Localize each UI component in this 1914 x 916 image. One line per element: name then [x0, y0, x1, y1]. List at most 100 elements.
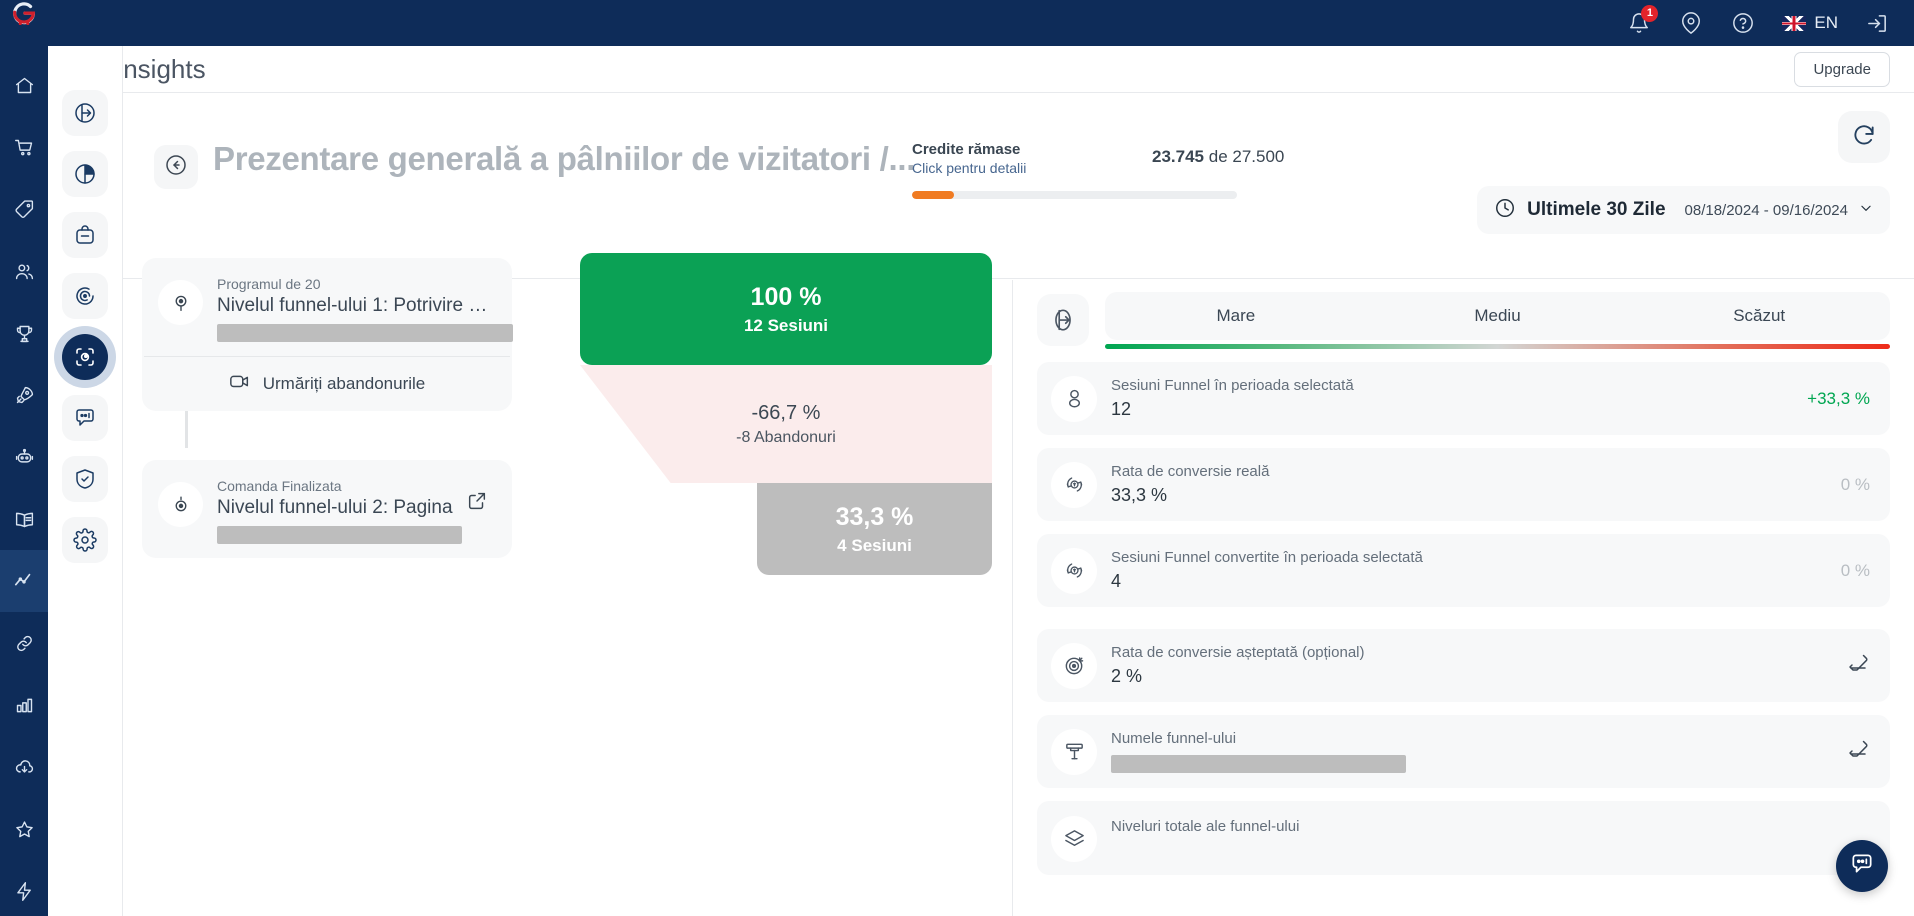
metric-body: Rata de conversie așteptată (opțional) 2…	[1111, 644, 1832, 687]
funnel-stage-2-sessions: 4 Sesiuni	[837, 535, 912, 555]
credits-progress-bar	[912, 191, 1237, 199]
chat-bubble-icon[interactable]	[62, 395, 108, 441]
sidebar-item-favorites[interactable]	[0, 798, 48, 860]
sidebar-item-reports[interactable]	[0, 674, 48, 736]
funnel-drop-off: -66,7 % -8 Abandonuri	[580, 365, 992, 483]
tab-mediu[interactable]: Mediu	[1367, 306, 1629, 326]
metric-body: Niveluri totale ale funnel-ului	[1111, 814, 1870, 835]
bell-icon[interactable]: 1	[1626, 5, 1659, 36]
sidebar-item-links[interactable]	[0, 612, 48, 674]
exit-intent-icon[interactable]	[1037, 294, 1089, 346]
g-cart-logo[interactable]	[0, 0, 48, 30]
upgrade-button[interactable]: Upgrade	[1794, 51, 1890, 87]
arrow-left-circle-icon	[164, 153, 188, 182]
metric-label: Rata de conversie reală	[1111, 463, 1270, 480]
video-camera-icon	[229, 372, 251, 395]
funnel-step-body-1: Programul de 20 Nivelul funnel-ului 1: P…	[217, 274, 513, 342]
page-header: Insights Upgrade	[48, 46, 1914, 93]
chat-fab-button[interactable]	[1836, 840, 1888, 892]
primary-sidebar	[0, 0, 48, 916]
funnel-step-card-2[interactable]: Comanda Finalizata Nivelul funnel-ului 2…	[142, 460, 512, 558]
gear-icon[interactable]	[62, 517, 108, 563]
pie-chart-icon[interactable]	[62, 151, 108, 197]
sidebar-item-users[interactable]	[0, 240, 48, 302]
metric-row-real-conversion-rate[interactable]: Rata de conversie reală 33,3 % 0 %	[1037, 448, 1890, 521]
language-selector[interactable]: EN	[1782, 13, 1838, 33]
funnel-steps-column: Programul de 20 Nivelul funnel-ului 1: P…	[123, 253, 1013, 916]
eraser-icon[interactable]	[1846, 651, 1870, 680]
funnel-step-redacted-value-1	[217, 324, 513, 342]
credits-total: 27.500	[1232, 147, 1285, 166]
conversion-rate-icon	[1051, 547, 1097, 594]
funnel-step-name-1: Nivelul funnel-ului 1: Potrivire exactă …	[217, 295, 496, 316]
logout-icon[interactable]	[1864, 10, 1890, 36]
module-sidebar	[48, 46, 123, 916]
radar-icon[interactable]	[62, 273, 108, 319]
funnel-stage-1-percent: 100 %	[750, 282, 822, 311]
metric-value: 12	[1111, 399, 1132, 419]
funnel-stage-1[interactable]: 100 % 12 Sesiuni	[580, 253, 992, 365]
sidebar-item-trophy[interactable]	[0, 302, 48, 364]
metric-row-sessions[interactable]: Sesiuni Funnel în perioada selectată 12 …	[1037, 362, 1890, 435]
sidebar-item-tag[interactable]	[0, 178, 48, 240]
metric-label: Numele funnel-ului	[1111, 730, 1237, 747]
sidebar-item-home[interactable]	[0, 54, 48, 116]
metric-row-funnel-name[interactable]: Numele funnel-ului	[1037, 715, 1890, 788]
funnel-step-redacted-value-2	[217, 526, 462, 544]
funnel-step-card-1[interactable]: Programul de 20 Nivelul funnel-ului 1: P…	[142, 258, 513, 411]
metric-label: Rata de conversie așteptată (opțional)	[1111, 644, 1365, 661]
metric-value: 33,3 %	[1111, 485, 1168, 505]
conversion-rate-icon	[1051, 461, 1097, 508]
chevron-down-icon	[1859, 201, 1873, 220]
sidebar-item-insights[interactable]	[0, 550, 48, 612]
bag-icon[interactable]	[62, 212, 108, 258]
funnel-step-body-2: Comanda Finalizata Nivelul funnel-ului 2…	[217, 476, 466, 544]
eraser-icon[interactable]	[1846, 737, 1870, 766]
funnel-header: Prezentare generală a pâlniilor de vizit…	[123, 93, 1914, 279]
metric-body: Sesiuni Funnel în perioada selectată 12	[1111, 377, 1793, 420]
date-range-label: Ultimele 30 Zile	[1527, 199, 1666, 220]
watch-abandonments-button[interactable]: Urmăriți abandonurile	[142, 357, 512, 411]
funnel-scope-icon[interactable]	[62, 334, 108, 380]
funnel-step-row-2: Comanda Finalizata Nivelul funnel-ului 2…	[142, 460, 512, 558]
target-icon	[1051, 642, 1097, 689]
back-button[interactable]	[154, 145, 198, 189]
shield-check-icon[interactable]	[62, 456, 108, 502]
refresh-button[interactable]	[1838, 111, 1890, 163]
sidebar-item-book[interactable]	[0, 488, 48, 550]
page-title-label: Insights	[116, 53, 206, 84]
tab-scazut[interactable]: Scăzut	[1628, 306, 1890, 326]
sidebar-item-automations[interactable]	[0, 860, 48, 916]
funnel-step-kicker-1: Programul de 20	[217, 276, 321, 292]
metric-row-expected-conversion-rate[interactable]: Rata de conversie așteptată (opțional) 2…	[1037, 629, 1890, 702]
location-pin-icon[interactable]	[1678, 10, 1704, 36]
funnel-step-start-icon	[158, 280, 203, 325]
exit-intent-icon[interactable]	[62, 90, 108, 136]
metric-delta: 0 %	[1840, 560, 1870, 580]
tab-mare[interactable]: Mare	[1105, 306, 1367, 326]
sidebar-item-robot[interactable]	[0, 426, 48, 488]
top-bar: 1 EN	[0, 0, 1914, 46]
metric-row-converted-sessions[interactable]: Sesiuni Funnel convertite în perioada se…	[1037, 534, 1890, 607]
credits-count: 23.745 de 27.500	[1152, 147, 1392, 167]
date-range-selector[interactable]: Ultimele 30 Zile 08/18/2024 - 09/16/2024	[1477, 186, 1890, 234]
metric-row-total-levels[interactable]: Niveluri totale ale funnel-ului	[1037, 801, 1890, 875]
funnel-stage-2[interactable]: 33,3 % 4 Sesiuni	[757, 483, 992, 575]
metrics-tabs: Mare Mediu Scăzut	[1105, 292, 1890, 349]
person-icon	[1051, 375, 1097, 422]
credits-block[interactable]: Credite rămase Click pentru detalii 23.7…	[912, 141, 1342, 199]
sidebar-item-cloud-download[interactable]	[0, 736, 48, 798]
sidebar-item-rocket[interactable]	[0, 364, 48, 426]
funnel-drop-text: -66,7 % -8 Abandonuri	[736, 402, 836, 447]
metric-delta: 0 %	[1840, 474, 1870, 494]
metrics-tabs-inner: Mare Mediu Scăzut	[1105, 292, 1890, 340]
funnel-step-name-2: Nivelul funnel-ului 2: Pagina	[217, 497, 453, 518]
chat-bubble-icon	[1849, 851, 1875, 882]
metric-value: 2 %	[1111, 666, 1143, 686]
metric-body: Rata de conversie reală 33,3 %	[1111, 463, 1827, 506]
uk-flag-icon	[1782, 15, 1807, 31]
metric-label: Niveluri totale ale funnel-ului	[1111, 818, 1300, 835]
external-link-icon[interactable]	[466, 490, 496, 517]
help-circle-icon[interactable]	[1730, 10, 1756, 36]
sidebar-item-cart[interactable]	[0, 116, 48, 178]
